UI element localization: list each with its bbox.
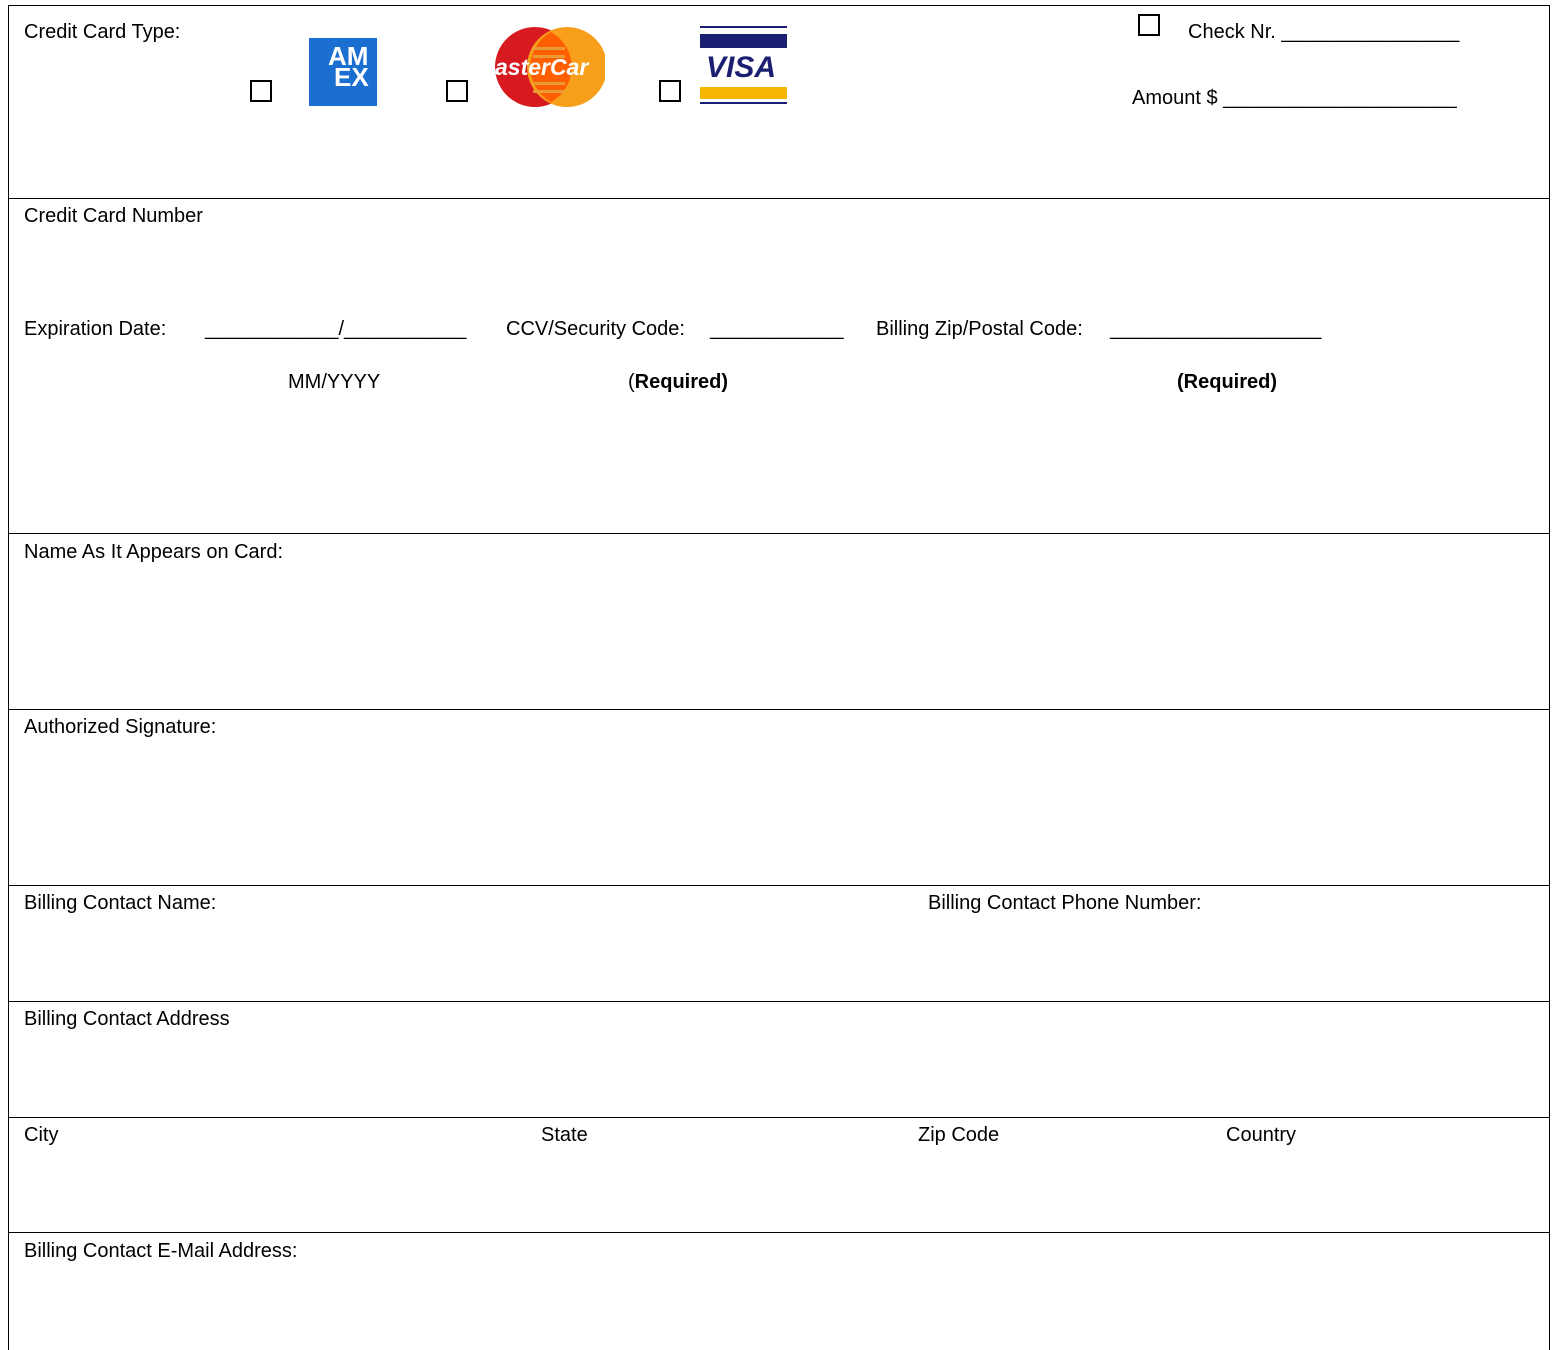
divider: [8, 885, 1550, 886]
name-on-card-label: Name As It Appears on Card:: [24, 541, 284, 563]
ccv-field[interactable]: ____________: [710, 317, 843, 341]
card-type-label: Credit Card Type:: [24, 21, 181, 43]
zip-code-label: Zip Code: [918, 1124, 1000, 1146]
visa-checkbox[interactable]: [659, 80, 681, 102]
divider: [8, 1001, 1550, 1002]
signature-label: Authorized Signature:: [24, 716, 217, 738]
check-checkbox[interactable]: [1138, 14, 1160, 36]
divider: [8, 1232, 1550, 1233]
mm-yyyy-hint: MM/YYYY: [288, 371, 381, 393]
card-number-label: Credit Card Number: [24, 205, 203, 227]
contact-name-label: Billing Contact Name:: [24, 892, 217, 914]
contact-phone-label: Billing Contact Phone Number:: [928, 892, 1202, 914]
ccv-label: CCV/Security Code:: [506, 318, 685, 340]
divider: [8, 533, 1550, 534]
email-label: Billing Contact E-Mail Address:: [24, 1240, 298, 1262]
mastercard-logo-text: asterCar: [495, 54, 589, 80]
country-label: Country: [1226, 1124, 1297, 1146]
divider: [8, 709, 1550, 710]
zip-label: Billing Zip/Postal Code:: [876, 318, 1083, 340]
mastercard-logo: asterCar: [495, 27, 605, 107]
expiration-field[interactable]: ____________/___________: [205, 317, 466, 341]
expiration-label: Expiration Date:: [24, 318, 167, 340]
divider: [8, 1117, 1550, 1118]
mastercard-checkbox[interactable]: [446, 80, 468, 102]
check-nr-field[interactable]: Check Nr. ________________: [1188, 20, 1459, 44]
visa-logo: VISA: [700, 26, 787, 106]
amex-logo: AM EX: [309, 38, 377, 106]
address-label: Billing Contact Address: [24, 1008, 230, 1030]
divider: [8, 198, 1550, 199]
visa-logo-text: VISA: [706, 51, 777, 84]
amount-field[interactable]: Amount $ _____________________: [1132, 86, 1457, 110]
zip-field[interactable]: ___________________: [1110, 317, 1321, 341]
zip-required-note: (Required): [1177, 371, 1277, 393]
amex-checkbox[interactable]: [250, 80, 272, 102]
payment-form: [8, 5, 1550, 1350]
city-label: City: [24, 1124, 59, 1146]
amex-logo-text: EX: [334, 62, 369, 92]
ccv-required-note: (Required): [628, 371, 729, 393]
state-label: State: [541, 1124, 588, 1146]
